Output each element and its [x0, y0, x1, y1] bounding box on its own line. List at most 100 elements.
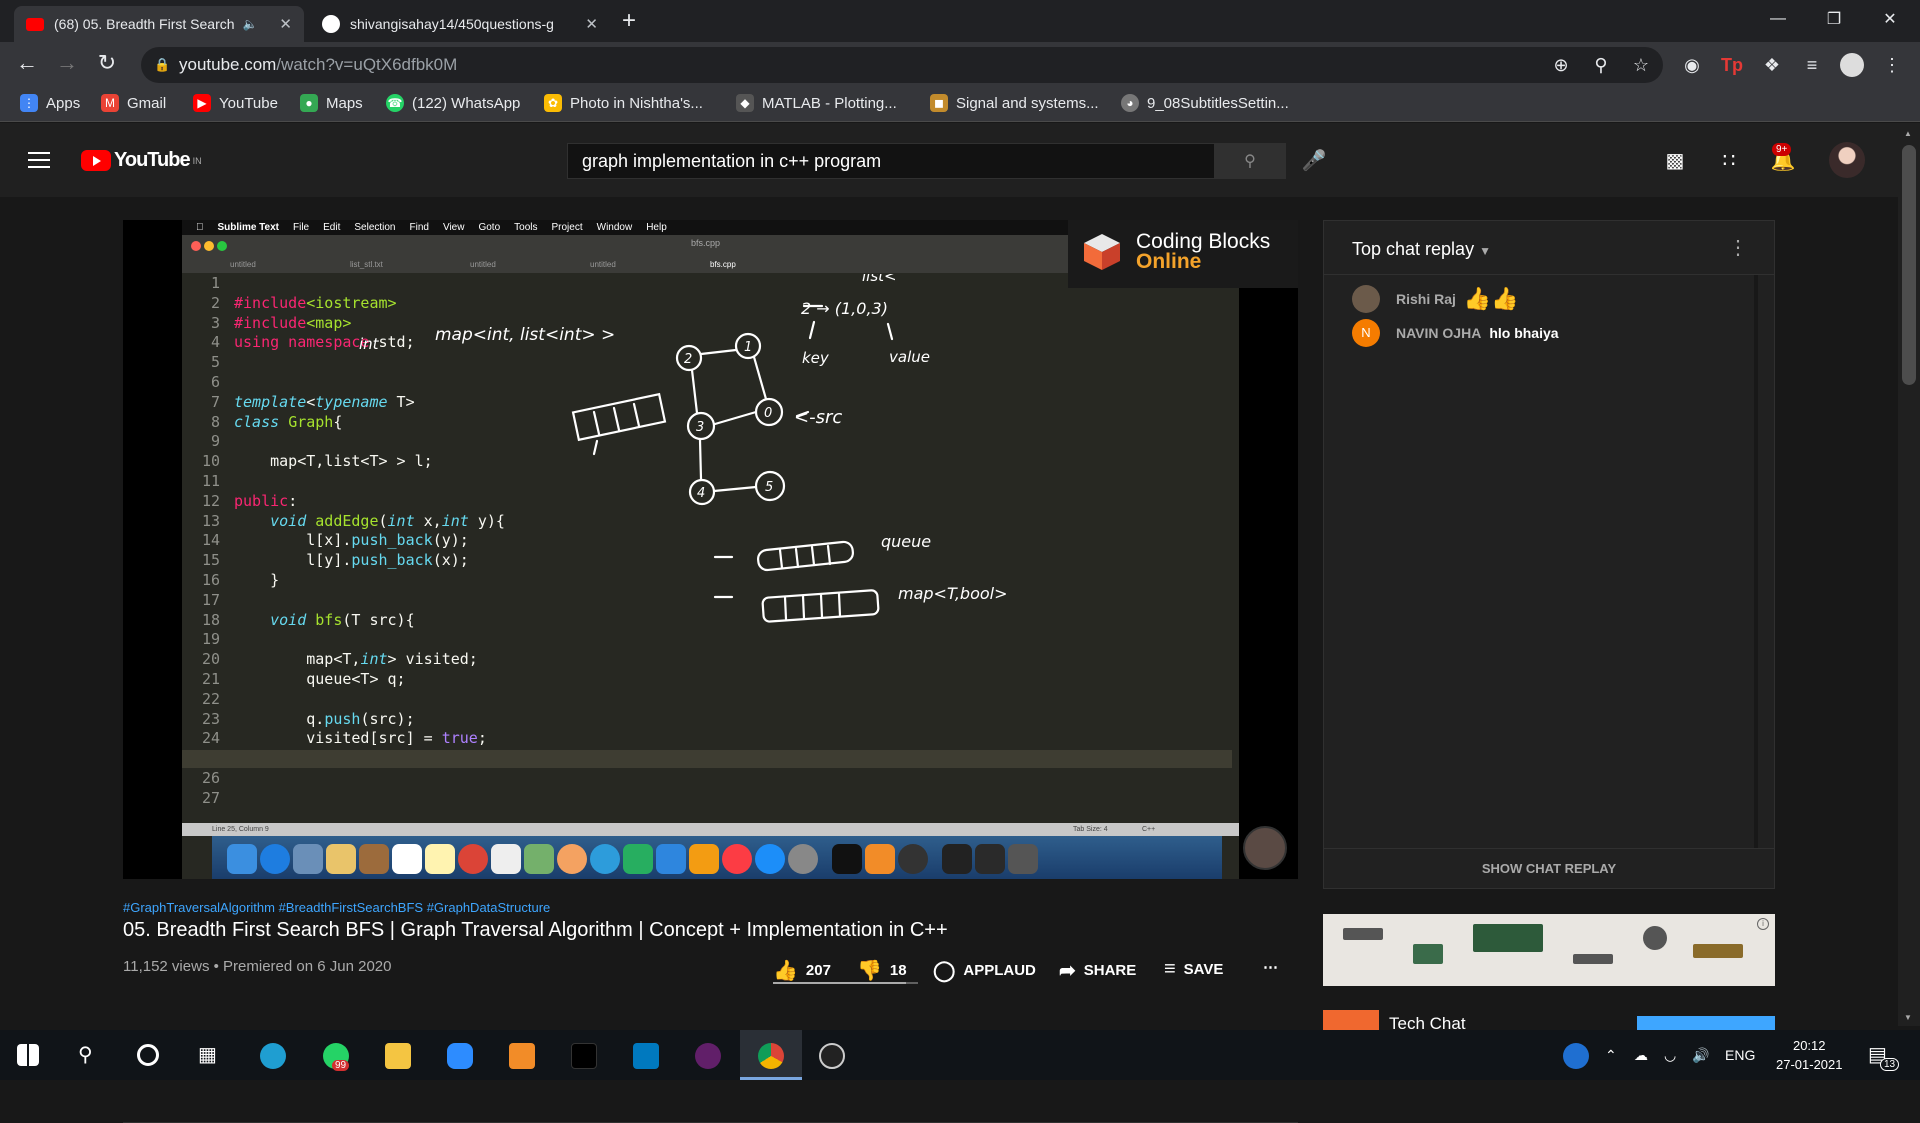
search-input[interactable]: graph implementation in c++ program [567, 143, 1215, 179]
bookmark-signals[interactable]: ◼ Signal and systems... [930, 94, 1099, 112]
handwritten-int: int [359, 335, 380, 353]
sidebar-thumbnail[interactable]: i [1323, 914, 1775, 986]
page-scrollbar[interactable]: ▲ ▼ [1898, 123, 1920, 1026]
bookmark-maps[interactable]: ● Maps [300, 94, 363, 112]
trash-icon [1008, 844, 1038, 874]
bookmark-whatsapp[interactable]: ☎ (122) WhatsApp [386, 94, 520, 112]
system-clock[interactable]: 20:12 27-01-2021 [1776, 1036, 1843, 1074]
tab-youtube[interactable]: (68) 05. Breadth First Search 🔈 ✕ [14, 6, 304, 42]
wifi-icon[interactable]: ◡ [1664, 1047, 1676, 1064]
address-bar[interactable]: 🔒 youtube.com/watch?v=uQtX6dfbk0M [141, 47, 1663, 83]
restore-button[interactable]: ❐ [1806, 0, 1862, 38]
profile-avatar-icon[interactable] [1840, 53, 1864, 77]
tab-title: (68) 05. Breadth First Search [54, 16, 235, 32]
search-icon[interactable]: ⚲ [78, 1042, 93, 1067]
install-icon[interactable]: ⊕ [1549, 53, 1573, 77]
browser-toolbar: ← → ↻ 🔒 youtube.com/watch?v=uQtX6dfbk0M … [0, 42, 1920, 88]
handwritten-queue: queue [881, 532, 931, 551]
chat-more-icon[interactable]: ⋮ [1728, 235, 1748, 260]
info-icon[interactable]: i [1757, 918, 1769, 930]
taskbar-active-chrome[interactable] [740, 1030, 802, 1080]
edge-icon[interactable] [260, 1043, 286, 1069]
mac-minimize-dot [204, 241, 214, 251]
scrollbar-thumb[interactable] [1902, 145, 1916, 385]
node-label: 4 [697, 486, 705, 501]
obs-icon[interactable] [819, 1043, 845, 1069]
mac-dock [212, 836, 1222, 879]
netflix-icon[interactable] [571, 1043, 597, 1069]
show-hidden-icons[interactable]: ⌃ [1605, 1047, 1617, 1064]
reload-button[interactable]: ↻ [92, 50, 122, 76]
code-editor: 1 2 3 4 5 6 7 8 9 10 11 12 13 14 15 16 17 18 19 20 21 22 23 24 2… [182, 274, 1232, 823]
file-explorer-icon[interactable] [385, 1043, 411, 1069]
show-chat-replay-button[interactable]: SHOW CHAT REPLAY [1324, 848, 1774, 888]
like-ratio-bar [773, 982, 918, 984]
windows-start-icon[interactable] [17, 1044, 39, 1066]
windows-taskbar: ⚲ ▦ 99 ⌃ ☁ ◡ 🔊 ENG 20:12 27-01-2021 ▤ 13 [0, 1030, 1920, 1080]
chrome-menu-icon[interactable]: ⋮ [1880, 53, 1904, 77]
notes-icon [326, 844, 356, 874]
extension-tp-icon[interactable]: Tp [1720, 53, 1744, 77]
search-button[interactable]: ⚲ [1214, 143, 1286, 179]
bookmark-apps[interactable]: ⋮ Apps [20, 94, 80, 112]
help-icon[interactable] [1563, 1043, 1589, 1069]
bookmark-gmail[interactable]: M Gmail [101, 94, 166, 112]
youtube-logo[interactable]: YouTube IN [81, 149, 202, 172]
view-count: 11,152 views • Premiered on 6 Jun 2020 [123, 958, 392, 975]
zoom-icon[interactable] [447, 1043, 473, 1069]
minimize-button[interactable]: — [1750, 0, 1806, 38]
speaker-muted-icon[interactable]: 🔈 [243, 17, 258, 31]
extension-record-icon[interactable]: ◉ [1680, 53, 1704, 77]
close-tab-icon[interactable]: ✕ [279, 15, 292, 33]
chat-mode-dropdown[interactable]: Top chat replay ▼ [1352, 239, 1491, 260]
trello-icon[interactable] [633, 1043, 659, 1069]
url-host: youtube.com [179, 55, 277, 74]
hamburger-menu-icon[interactable] [28, 152, 50, 168]
chat-message: N NAVIN OJHA hlo bhaiya [1352, 319, 1559, 347]
save-button[interactable]: ≡ SAVE [1164, 958, 1223, 981]
bookmark-photos[interactable]: ✿ Photo in Nishtha's... [544, 94, 703, 112]
close-tab-icon[interactable]: ✕ [585, 15, 598, 33]
extensions-puzzle-icon[interactable]: ❖ [1760, 53, 1784, 77]
more-actions-icon[interactable]: ⋯ [1263, 958, 1278, 976]
onedrive-icon[interactable]: ☁ [1634, 1047, 1648, 1064]
apps-grid-icon[interactable]: ∷ [1716, 148, 1742, 174]
forward-button[interactable]: → [52, 50, 82, 76]
node-label: 3 [696, 420, 704, 435]
chrome-icon [758, 1043, 784, 1069]
tech-chat-thumbnail [1323, 1010, 1379, 1032]
close-window-button[interactable]: ✕ [1862, 0, 1918, 38]
new-tab-button[interactable]: + [622, 6, 636, 36]
cortana-icon[interactable] [137, 1044, 159, 1066]
dislike-button[interactable]: 👎 18 [857, 958, 907, 983]
photos-icon [557, 844, 587, 874]
bookmark-youtube[interactable]: ▶ YouTube [193, 94, 278, 112]
zoom-icon[interactable]: ⚲ [1589, 53, 1613, 77]
scroll-up-icon[interactable]: ▲ [1904, 129, 1912, 138]
account-avatar[interactable] [1829, 142, 1865, 178]
globe-icon: ◕ [1121, 94, 1139, 112]
bookmark-star-icon[interactable]: ☆ [1629, 53, 1653, 77]
tab-github[interactable]: shivangisahay14/450questions-g ✕ [310, 6, 610, 42]
like-button[interactable]: 👍 207 [773, 958, 831, 983]
volume-icon[interactable]: 🔊 [1692, 1047, 1709, 1064]
hashtags[interactable]: #GraphTraversalAlgorithm #BreadthFirstSe… [123, 900, 1298, 915]
voice-search-icon[interactable]: 🎤 [1301, 148, 1327, 174]
task-view-icon[interactable]: ▦ [198, 1042, 217, 1067]
back-button[interactable]: ← [12, 50, 42, 76]
bookmark-subtitles[interactable]: ◕ 9_08SubtitlesSettin... [1121, 94, 1289, 112]
scroll-down-icon[interactable]: ▼ [1904, 1013, 1912, 1022]
app-store-icon [755, 844, 785, 874]
bookmark-matlab[interactable]: ◆ MATLAB - Plotting... [736, 94, 897, 112]
media-queue-icon[interactable]: ≡ [1800, 53, 1824, 77]
chat-scrollbar[interactable] [1754, 275, 1758, 848]
coding-blocks-logo-icon [1084, 234, 1120, 270]
sublime-text-icon[interactable] [509, 1043, 535, 1069]
language-indicator[interactable]: ENG [1725, 1047, 1755, 1063]
create-video-icon[interactable]: ▩ [1662, 148, 1688, 174]
share-button[interactable]: ➦ SHARE [1059, 958, 1136, 983]
video-player[interactable]:  Sublime Text File Edit Selection Find … [123, 220, 1298, 879]
mac-zoom-dot [217, 241, 227, 251]
applaud-button[interactable]: ◯ APPLAUD [933, 958, 1036, 983]
slack-icon[interactable] [695, 1043, 721, 1069]
